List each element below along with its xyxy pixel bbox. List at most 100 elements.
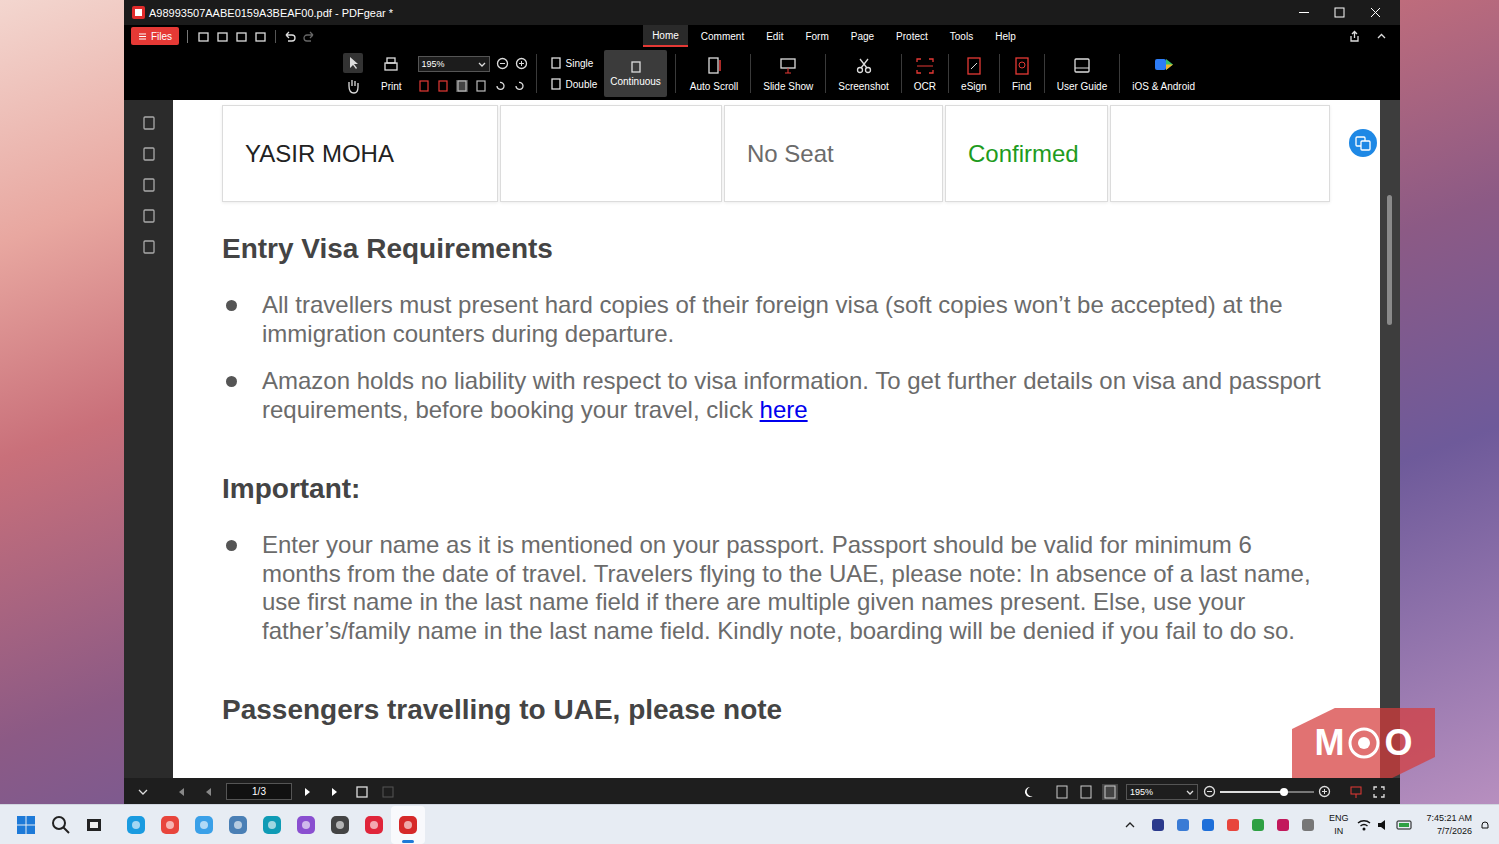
menu-tab[interactable]: Comment xyxy=(692,25,753,47)
fit-width-icon[interactable] xyxy=(437,80,449,92)
print-tool[interactable]: Print xyxy=(375,50,408,97)
start-icon[interactable] xyxy=(16,815,36,835)
link[interactable]: here xyxy=(760,396,808,423)
status-zoom-select[interactable]: 195% xyxy=(1126,784,1198,800)
taskbar-app[interactable] xyxy=(255,806,289,844)
tray-icon[interactable] xyxy=(1175,817,1191,833)
toolbar-tool[interactable]: eSign xyxy=(955,50,993,97)
tray-icon[interactable] xyxy=(1275,817,1291,833)
presentation-icon[interactable] xyxy=(1349,785,1363,799)
first-page-icon[interactable] xyxy=(175,786,187,798)
save-as-icon[interactable] xyxy=(235,30,248,43)
wifi-icon[interactable] xyxy=(1356,818,1372,832)
continuous-view-icon[interactable] xyxy=(1102,784,1118,800)
zoom-in-icon[interactable] xyxy=(515,57,528,70)
save-icon[interactable] xyxy=(216,30,229,43)
share-icon[interactable] xyxy=(1348,30,1361,43)
fullscreen-icon[interactable] xyxy=(1373,786,1385,798)
view-mode-button[interactable]: Double xyxy=(545,76,603,92)
night-mode-icon[interactable] xyxy=(1022,786,1040,798)
taskbar-app[interactable] xyxy=(357,806,391,844)
clock[interactable]: 7:45:21 AM7/7/2026 xyxy=(1426,812,1472,838)
scroll-thumb[interactable] xyxy=(1387,195,1392,325)
tray-icon[interactable] xyxy=(1150,817,1166,833)
attachment-icon[interactable] xyxy=(141,239,157,255)
zoom-out-icon[interactable] xyxy=(1203,785,1216,798)
zoom-slider[interactable] xyxy=(1220,791,1314,793)
tray-icon[interactable] xyxy=(1200,817,1216,833)
print-icon[interactable] xyxy=(254,30,267,43)
separator xyxy=(750,54,751,93)
toolbar-tool[interactable]: Auto Scroll xyxy=(684,50,744,97)
files-button[interactable]: Files xyxy=(131,27,179,45)
taskbar-app[interactable] xyxy=(119,806,153,844)
rotate-right-icon[interactable] xyxy=(513,80,525,92)
tray-icon[interactable] xyxy=(1250,817,1266,833)
double-view-icon[interactable] xyxy=(1078,784,1094,800)
bullet-text: Amazon holds no liability with respect t… xyxy=(262,367,1330,424)
redo-icon[interactable] xyxy=(303,30,316,43)
volume-icon[interactable] xyxy=(1376,818,1392,832)
toolbar-tool[interactable]: Screenshot xyxy=(832,50,895,97)
taskbar-app[interactable] xyxy=(323,806,357,844)
tray-icon[interactable] xyxy=(1225,817,1241,833)
open-icon[interactable] xyxy=(197,30,210,43)
zoom-out-icon[interactable] xyxy=(496,57,509,70)
toolbar-tool[interactable]: Find xyxy=(1006,50,1038,97)
notification-icon[interactable] xyxy=(1479,819,1491,831)
taskbar-app[interactable] xyxy=(153,806,187,844)
fit-visible-icon[interactable] xyxy=(475,80,487,92)
view-mode-button[interactable]: Continuous xyxy=(604,50,667,97)
taskbar-app[interactable] xyxy=(289,806,323,844)
next-page-icon[interactable] xyxy=(302,786,314,798)
back-icon[interactable] xyxy=(356,786,368,798)
language-indicator[interactable]: ENGIN xyxy=(1329,812,1349,838)
menu-tab[interactable]: Tools xyxy=(941,25,982,47)
menu-tab[interactable]: Protect xyxy=(887,25,937,47)
taskbar-app[interactable] xyxy=(391,806,425,844)
stamp-icon[interactable] xyxy=(141,208,157,224)
select-pointer-icon[interactable] xyxy=(343,53,363,73)
view-mode-button[interactable]: Single xyxy=(545,55,603,71)
show-hidden-icon[interactable] xyxy=(1124,819,1136,831)
close-icon[interactable] xyxy=(1358,0,1394,25)
toolbar-tool[interactable]: Slide Show xyxy=(757,50,819,97)
collapse-icon[interactable] xyxy=(1375,30,1388,43)
actual-size-icon[interactable] xyxy=(456,80,468,92)
scrollbar[interactable] xyxy=(1380,100,1400,778)
taskbar-app[interactable] xyxy=(187,806,221,844)
menu-tab[interactable]: Edit xyxy=(757,25,792,47)
last-page-icon[interactable] xyxy=(329,786,341,798)
menu-tab[interactable]: Page xyxy=(842,25,883,47)
translate-icon[interactable] xyxy=(1349,129,1377,157)
taskbar-app[interactable] xyxy=(221,806,255,844)
hand-icon[interactable] xyxy=(343,77,363,95)
maximize-icon[interactable] xyxy=(1322,0,1358,25)
comments-icon[interactable] xyxy=(141,177,157,193)
toolbar-tool[interactable]: User Guide xyxy=(1051,50,1114,97)
minimize-icon[interactable] xyxy=(1286,0,1322,25)
previous-page-icon[interactable] xyxy=(202,786,214,798)
menu-tab[interactable]: Help xyxy=(986,25,1025,47)
zoom-in-icon[interactable] xyxy=(1318,785,1331,798)
bookmark-icon[interactable] xyxy=(141,115,157,131)
fit-page-icon[interactable] xyxy=(418,80,430,92)
zoom-select[interactable]: 195% xyxy=(418,56,490,72)
menu-tab[interactable]: Form xyxy=(796,25,837,47)
forward-icon[interactable] xyxy=(382,786,394,798)
single-view-icon[interactable] xyxy=(1054,784,1070,800)
expand-icon[interactable] xyxy=(137,786,149,798)
menu-tab[interactable]: Home xyxy=(643,25,688,47)
toolbar-tool[interactable]: iOS & Android xyxy=(1126,50,1201,97)
zoom-slider-thumb[interactable] xyxy=(1280,788,1288,796)
toolbar-tool[interactable]: OCR xyxy=(908,50,942,97)
separator xyxy=(275,30,276,43)
pages-icon[interactable] xyxy=(141,146,157,162)
task-view-icon[interactable] xyxy=(84,815,104,835)
search-icon[interactable] xyxy=(51,815,71,835)
undo-icon[interactable] xyxy=(283,30,296,43)
battery-icon[interactable] xyxy=(1396,818,1414,832)
rotate-left-icon[interactable] xyxy=(494,80,506,92)
tray-icon[interactable] xyxy=(1300,817,1316,833)
page-box[interactable]: 1/3 xyxy=(226,783,292,800)
